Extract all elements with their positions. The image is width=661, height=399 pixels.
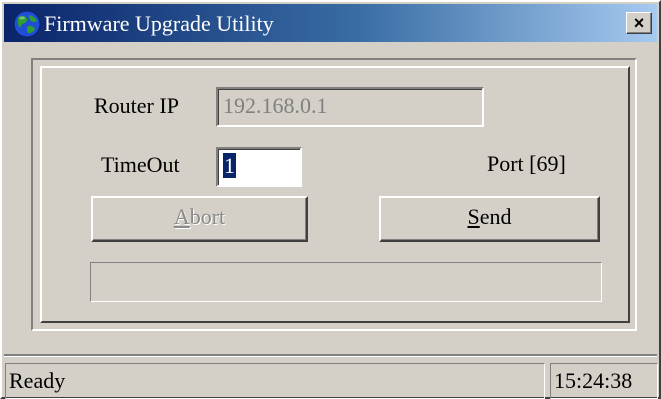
upgrade-progress-bar	[90, 262, 602, 302]
title-bar[interactable]: Firmware Upgrade Utility	[4, 4, 657, 42]
send-accel-key: S	[467, 204, 480, 229]
close-button[interactable]: ×	[626, 12, 652, 34]
abort-button[interactable]: Abort	[91, 196, 308, 242]
status-text: Ready	[5, 363, 545, 399]
status-time: 15:24:38	[550, 363, 658, 399]
globe-icon	[12, 9, 42, 39]
status-bar-divider	[4, 354, 657, 357]
router-ip-field[interactable]: 192.168.0.1	[216, 87, 484, 127]
send-button[interactable]: Send	[379, 196, 600, 242]
router-ip-label: Router IP	[94, 93, 179, 118]
port-label: Port [69]	[487, 151, 566, 176]
window-title: Firmware Upgrade Utility	[44, 11, 274, 36]
timeout-label: TimeOut	[101, 152, 180, 177]
abort-label-rest: bort	[189, 204, 226, 229]
close-icon: ×	[633, 13, 645, 33]
timeout-value: 1	[223, 153, 236, 178]
timeout-field[interactable]: 1	[216, 147, 302, 187]
abort-accel-key: A	[173, 204, 190, 229]
firmware-upgrade-window: Firmware Upgrade Utility × Router IP 192…	[0, 0, 661, 399]
send-label-rest: end	[479, 204, 512, 229]
